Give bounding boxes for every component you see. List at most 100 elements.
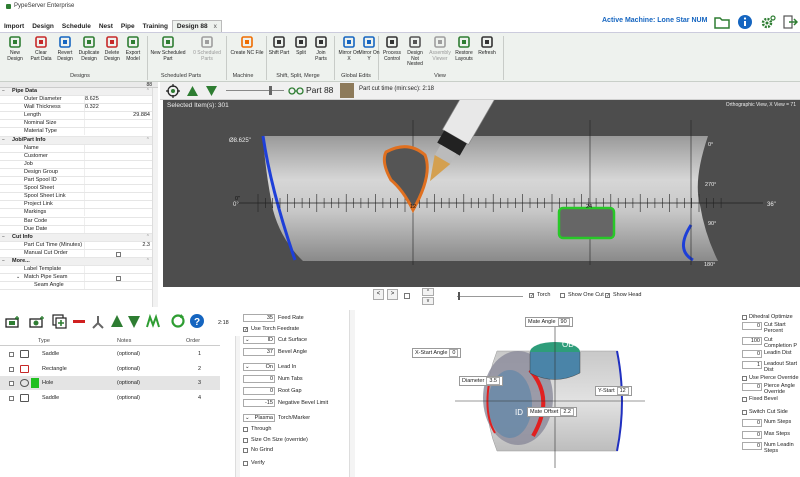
property-value[interactable] — [84, 266, 152, 274]
row-checkbox[interactable] — [9, 352, 14, 357]
property-value[interactable] — [84, 120, 152, 128]
property-value[interactable] — [84, 225, 152, 233]
collapse-icon[interactable]: − — [2, 137, 5, 144]
use-torch-feedrate-row[interactable]: ✓ Use Torch Feedrate — [243, 324, 299, 333]
property-value[interactable]: 2.3 — [84, 241, 152, 249]
add-copy-icon[interactable] — [52, 314, 68, 330]
new-design-button[interactable]: New Design — [4, 35, 26, 62]
property-row[interactable]: Job — [0, 160, 158, 169]
property-row[interactable]: Customer — [0, 152, 158, 161]
refresh-button[interactable]: Refresh — [476, 35, 498, 57]
tab-schedule[interactable]: Schedule — [58, 20, 95, 32]
property-value[interactable] — [84, 152, 152, 160]
property-row[interactable]: Part Spool ID — [0, 177, 158, 186]
property-value[interactable]: 29.884 — [84, 112, 152, 120]
3d-viewport[interactable]: Selected Item(s): 301 Orthographic View,… — [163, 100, 800, 287]
property-value[interactable] — [84, 177, 152, 185]
zoom-slider-thumb[interactable] — [269, 86, 272, 95]
collapse-icon[interactable]: − — [2, 258, 5, 265]
property-row[interactable]: Project Link — [0, 201, 158, 210]
property-row[interactable]: Label Template — [0, 266, 158, 275]
torch-marker-select[interactable]: ⌄ Plasma — [243, 413, 275, 422]
cut-table-scrollbar[interactable] — [235, 336, 240, 477]
restore-layouts-button[interactable]: Restore Layouts — [453, 35, 475, 62]
table-row[interactable]: Rectangle (optional) 2 — [0, 362, 220, 376]
property-row[interactable]: Seam Angle — [0, 282, 158, 291]
property-row[interactable]: Outer Diameter 8.625 — [0, 96, 158, 105]
mirror-on-y-button[interactable]: Mirror On Y — [358, 35, 380, 62]
process-control-button[interactable]: Process Control — [381, 35, 403, 62]
scheduled-parts-count-button[interactable]: 0 Scheduled Parts — [190, 35, 224, 62]
tab-import[interactable]: Import — [0, 20, 28, 32]
leadout-start-input[interactable]: 1 — [742, 361, 762, 369]
nav-up-button[interactable]: ^ — [422, 288, 434, 296]
property-row[interactable]: Length 29.884 — [0, 112, 158, 121]
size-on-size-row[interactable]: Size On Size (override) — [243, 435, 308, 444]
mirror-on-x-button[interactable]: Mirror On X — [338, 35, 360, 62]
max-steps-input[interactable]: 0 — [742, 431, 762, 439]
view-checkbox[interactable] — [404, 293, 410, 299]
tab-design[interactable]: Design — [28, 20, 58, 32]
nav-left-button[interactable]: < — [373, 289, 384, 300]
row-checkbox[interactable] — [9, 381, 14, 386]
remove-cut-icon[interactable] — [73, 320, 85, 323]
property-value[interactable] — [84, 282, 152, 290]
design-not-nested-button[interactable]: Design Not Nested — [404, 35, 426, 68]
arrow-up-icon[interactable] — [186, 85, 199, 97]
chevron-up-icon[interactable]: ⌃ — [146, 88, 150, 95]
property-row[interactable]: Part Cut Time (Minutes) 2.3 — [0, 241, 158, 250]
tab-pipe[interactable]: Pipe — [117, 20, 139, 32]
tab-design-88[interactable]: Design 88 x — [171, 20, 222, 32]
property-row[interactable]: Due Date — [0, 225, 158, 234]
property-row[interactable]: Spool Sheet Link — [0, 193, 158, 202]
property-row[interactable]: Bar Code — [0, 217, 158, 226]
row-checkbox[interactable] — [9, 366, 14, 372]
table-row[interactable]: Saddle (optional) 4 — [0, 391, 220, 405]
leadin-dist-input[interactable]: 0 — [742, 350, 762, 358]
property-row[interactable]: Material Type — [0, 128, 158, 137]
property-value[interactable] — [84, 193, 152, 201]
verify-row[interactable]: Verify — [243, 458, 265, 467]
property-value[interactable]: 8.625 — [84, 96, 152, 104]
duplicate-design-button[interactable]: Duplicate Design — [78, 35, 100, 62]
fixed-bevel-row[interactable]: Fixed Bevel — [742, 396, 778, 402]
glasses-icon[interactable] — [288, 87, 304, 95]
property-row[interactable]: Match Pipe Seam ⌄ — [0, 274, 158, 283]
add-cut-icon[interactable] — [5, 315, 21, 329]
revert-design-button[interactable]: Revert Design — [54, 35, 76, 62]
property-value[interactable] — [84, 201, 152, 209]
cut-surface-select[interactable]: ⌄ ID — [243, 335, 275, 344]
table-row[interactable]: Hole (optional) 3 — [0, 376, 220, 390]
settings-gear-icon[interactable] — [760, 14, 776, 30]
arrow-down-icon[interactable] — [205, 85, 218, 97]
property-value[interactable] — [84, 209, 152, 217]
exit-icon[interactable] — [782, 14, 798, 30]
clear-part-data-button[interactable]: Clear Part Data — [30, 35, 52, 62]
chevron-up-icon[interactable]: ⌃ — [146, 234, 150, 241]
add-feature-icon[interactable] — [29, 315, 45, 329]
num-leadin-steps-input[interactable]: 0 — [742, 442, 762, 450]
use-pierce-override-row[interactable]: Use Pierce Override — [742, 375, 799, 381]
lead-in-select[interactable]: ⌄ On — [243, 362, 275, 371]
property-row[interactable]: Markings — [0, 209, 158, 218]
x-start-angle-input[interactable]: 0 — [449, 349, 459, 357]
assembly-viewer-button[interactable]: Assembly Viewer — [429, 35, 451, 62]
tab-nest[interactable]: Nest — [95, 20, 117, 32]
zoom-slider[interactable] — [226, 90, 284, 91]
cut-completion-input[interactable]: 100 — [742, 337, 762, 345]
pierce-angle-input[interactable]: 0 — [742, 383, 762, 391]
table-row[interactable]: Saddle (optional) 1 — [0, 347, 220, 361]
show-one-cut-toggle[interactable]: Show One Cut — [560, 292, 604, 298]
join-parts-button[interactable]: Join Parts — [310, 35, 332, 62]
split-button[interactable]: Split — [290, 35, 312, 57]
folder-icon[interactable] — [714, 14, 730, 30]
property-row[interactable]: Name — [0, 144, 158, 153]
info-icon[interactable] — [737, 14, 753, 30]
negative-bevel-input[interactable]: -15 — [243, 398, 275, 407]
property-category[interactable]: − Job/Part Info ⌃ — [0, 136, 158, 145]
expand-icon[interactable]: ⌄ — [16, 274, 20, 281]
property-category[interactable]: − More... ⌃ — [0, 257, 158, 267]
move-down-icon[interactable] — [127, 315, 141, 329]
property-value[interactable] — [84, 128, 152, 136]
switch-cut-side-row[interactable]: Switch Cut Side — [742, 409, 788, 415]
